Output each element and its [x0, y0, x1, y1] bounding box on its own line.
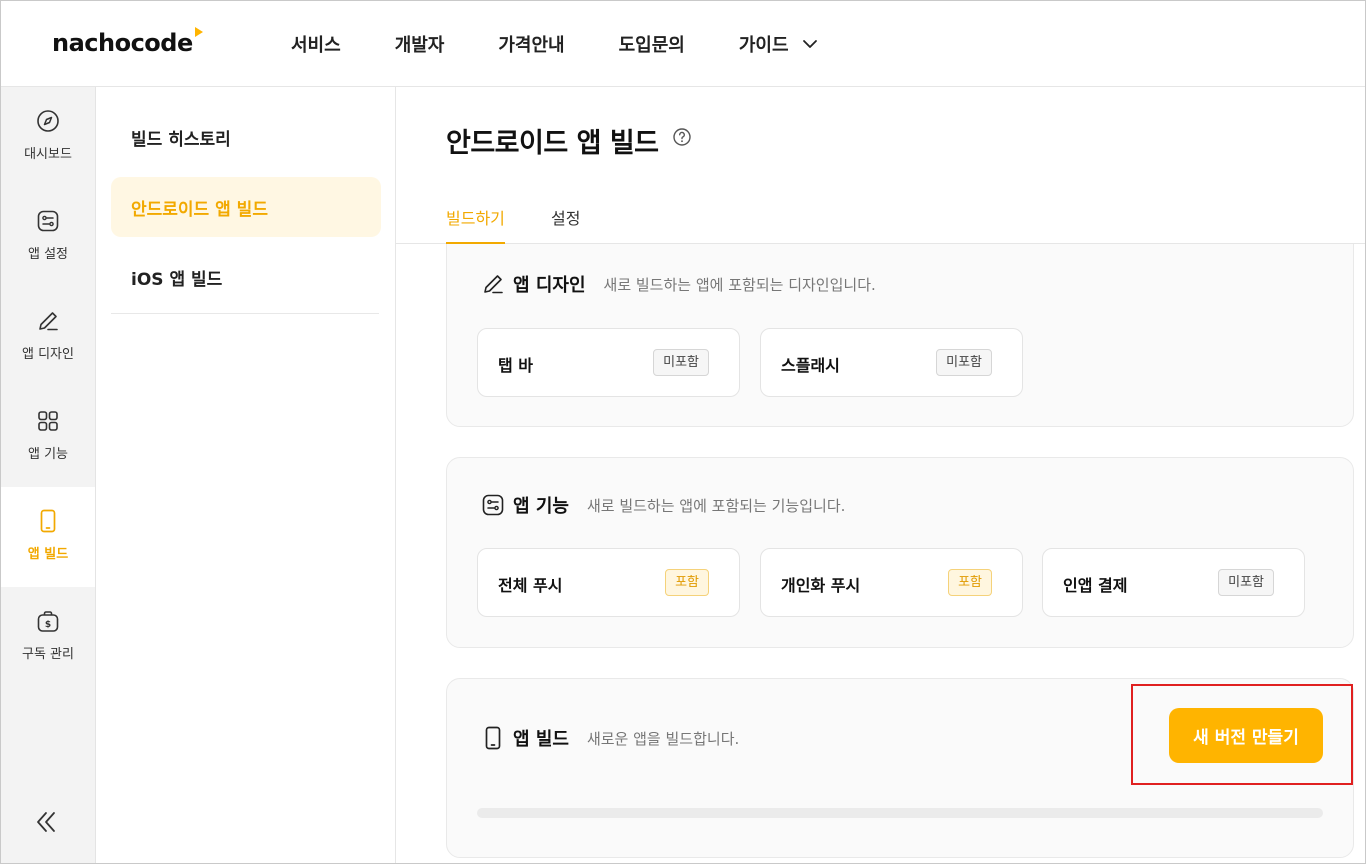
option-label: 탭 바	[498, 356, 534, 375]
tab-bar-background	[396, 188, 1365, 244]
option-all-push[interactable]: 전체 푸시 포함	[477, 548, 740, 617]
option-label: 스플래시	[781, 356, 840, 375]
app-window: nachocode 서비스 개발자 가격안내 도입문의 가이드 대시보드 앱 설…	[0, 0, 1366, 864]
option-tab-bar[interactable]: 탭 바 미포함	[477, 328, 740, 397]
grid-icon	[38, 411, 58, 431]
build-submenu: 빌드 히스토리 안드로이드 앱 빌드 iOS 앱 빌드	[96, 87, 396, 863]
rail-label: 앱 디자인	[22, 347, 74, 362]
dollar-bag-icon: $	[37, 611, 59, 632]
rail-item-app-settings[interactable]: 앱 설정	[1, 187, 95, 287]
compass-icon	[37, 110, 59, 132]
app-features-card: 앱 기능 새로 빌드하는 앱에 포함되는 기능입니다. 전체 푸시 포함 개인화…	[446, 457, 1354, 648]
card-title: 앱 빌드	[513, 729, 569, 750]
phone-icon	[485, 726, 501, 750]
option-label: 전체 푸시	[498, 576, 563, 595]
phone-icon	[40, 509, 56, 533]
logo-mark-icon	[194, 27, 203, 37]
logo-text: nachocode	[52, 29, 193, 57]
card-title: 앱 기능	[513, 496, 569, 517]
card-header: 앱 빌드 새로운 앱을 빌드합니다.	[481, 725, 739, 751]
settings-toggle-icon	[37, 210, 59, 232]
option-in-app-payment[interactable]: 인앱 결제 미포함	[1042, 548, 1305, 617]
icon-sidebar: 대시보드 앱 설정 앱 디자인 앱 기능 앱 빌드 $ 구독 관리	[1, 87, 96, 863]
status-badge: 미포함	[936, 349, 992, 376]
rail-item-app-build[interactable]: 앱 빌드	[1, 487, 95, 587]
pen-icon	[39, 312, 58, 331]
app-build-card: 앱 빌드 새로운 앱을 빌드합니다.	[446, 678, 1354, 858]
rail-label: 앱 기능	[27, 447, 68, 462]
logo[interactable]: nachocode	[52, 27, 203, 57]
card-description: 새로 빌드하는 앱에 포함되는 기능입니다.	[586, 496, 846, 515]
rail-item-app-design[interactable]: 앱 디자인	[1, 287, 95, 387]
status-badge: 미포함	[1218, 569, 1274, 596]
status-badge: 미포함	[653, 349, 709, 376]
status-badge: 포함	[665, 569, 709, 596]
settings-toggle-icon	[482, 494, 504, 516]
rail-label: 앱 설정	[27, 247, 68, 262]
help-icon[interactable]	[672, 127, 692, 147]
nav-item-services[interactable]: 서비스	[291, 31, 341, 57]
option-label: 개인화 푸시	[781, 576, 861, 595]
main-menu: 서비스 개발자 가격안내 도입문의 가이드	[291, 31, 873, 57]
card-header: 앱 기능 새로 빌드하는 앱에 포함되는 기능입니다.	[481, 492, 845, 518]
rail-item-dashboard[interactable]: 대시보드	[1, 87, 95, 187]
card-description: 새로 빌드하는 앱에 포함되는 디자인입니다.	[603, 275, 876, 294]
top-navigation: nachocode 서비스 개발자 가격안내 도입문의 가이드	[1, 1, 1365, 87]
app-design-card: 앱 디자인 새로 빌드하는 앱에 포함되는 디자인입니다. 탭 바 미포함 스플…	[446, 217, 1354, 427]
card-header: 앱 디자인 새로 빌드하는 앱에 포함되는 디자인입니다.	[481, 271, 876, 297]
card-description: 새로운 앱을 빌드합니다.	[586, 729, 740, 748]
submenu-item-android-build[interactable]: 안드로이드 앱 빌드	[111, 177, 381, 237]
divider	[111, 313, 379, 314]
new-version-button[interactable]: 새 버전 만들기	[1169, 708, 1323, 763]
svg-text:$: $	[45, 620, 51, 630]
submenu-item-ios-build[interactable]: iOS 앱 빌드	[111, 247, 381, 307]
nav-item-guide[interactable]: 가이드	[739, 31, 819, 57]
option-splash[interactable]: 스플래시 미포함	[760, 328, 1023, 397]
tab-settings-label[interactable]: 설정	[551, 205, 580, 244]
rail-label: 대시보드	[24, 147, 72, 162]
status-badge: 포함	[948, 569, 992, 596]
rail-label: 구독 관리	[22, 647, 74, 662]
pen-icon	[484, 275, 503, 294]
nav-item-pricing[interactable]: 가격안내	[498, 31, 564, 57]
chevron-down-icon	[802, 40, 817, 48]
page-title: 안드로이드 앱 빌드	[446, 128, 659, 159]
submenu-item-build-history[interactable]: 빌드 히스토리	[111, 107, 381, 167]
card-title: 앱 디자인	[513, 275, 586, 296]
rail-item-app-features[interactable]: 앱 기능	[1, 387, 95, 487]
main-content: 안드로이드 앱 빌드 빌드하기 설정 앱 디자인 새로 빌드하는 앱에 포함되는…	[396, 87, 1365, 863]
rail-label: 앱 빌드	[27, 547, 69, 562]
nav-item-inquiry[interactable]: 도입문의	[619, 31, 685, 57]
double-chevron-left-icon[interactable]	[31, 807, 61, 837]
option-label: 인앱 결제	[1063, 576, 1128, 595]
tab-build-label[interactable]: 빌드하기	[446, 205, 505, 244]
build-progress-bar	[477, 808, 1323, 818]
nav-item-developers[interactable]: 개발자	[395, 31, 445, 57]
rail-item-subscription[interactable]: $ 구독 관리	[1, 587, 95, 687]
option-personal-push[interactable]: 개인화 푸시 포함	[760, 548, 1023, 617]
